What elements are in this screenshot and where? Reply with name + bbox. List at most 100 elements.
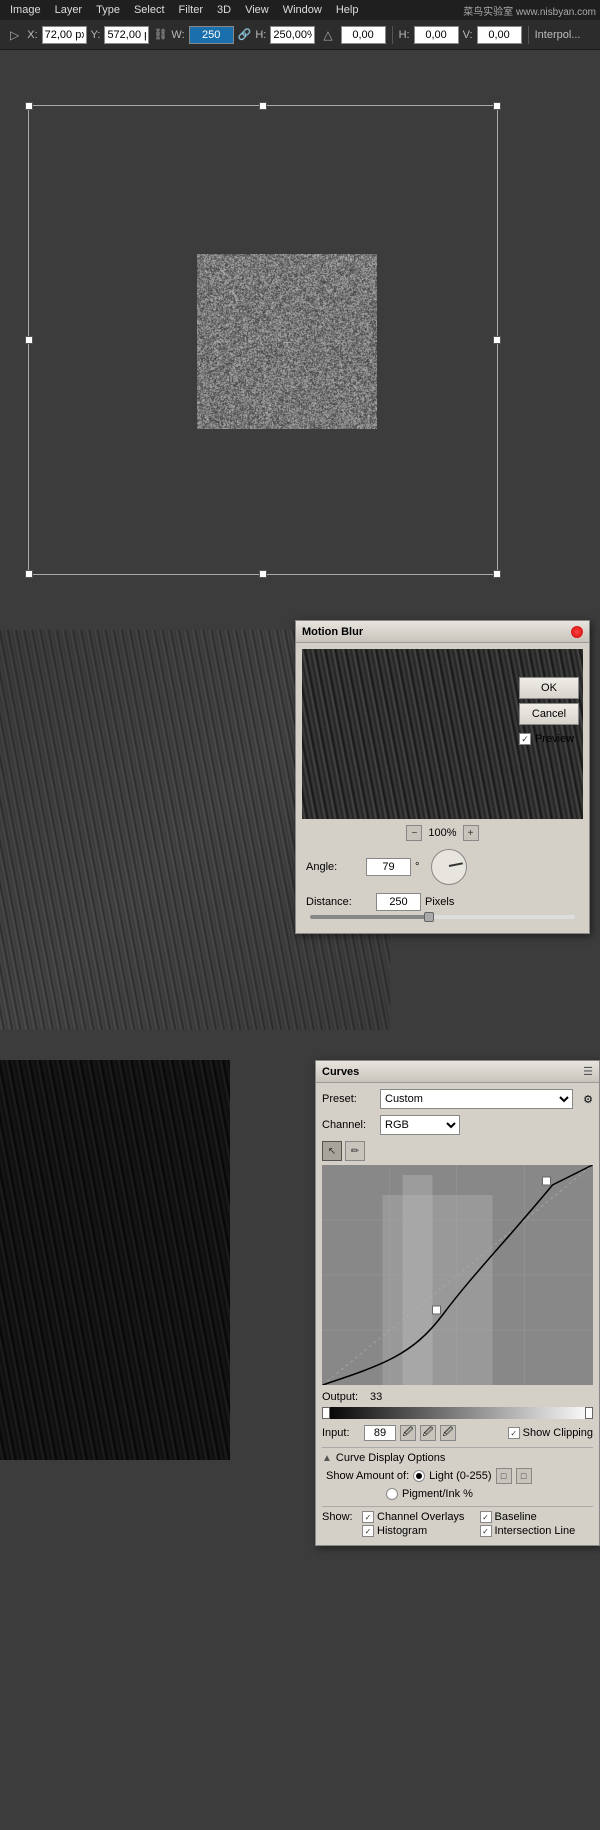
y-label: Y:	[91, 29, 101, 41]
transform-icon: ▷	[6, 26, 23, 44]
output-slider-right[interactable]	[585, 1407, 593, 1419]
small-btn-2[interactable]: □	[516, 1468, 532, 1484]
menu-image[interactable]: Image	[4, 2, 47, 18]
w-label: W:	[171, 29, 184, 41]
show-row-2: ✓ Histogram ✓ Intersection Line	[322, 1525, 593, 1537]
intersection-checkbox[interactable]: ✓	[480, 1525, 492, 1537]
h-label: H:	[255, 29, 266, 41]
v-skew-input[interactable]	[477, 26, 522, 44]
app-info: 菜鸟实验室 www.nisbyan.com	[463, 3, 596, 18]
w-input[interactable]	[189, 26, 234, 44]
light-radio[interactable]	[413, 1470, 425, 1482]
preview-checkbox-row: ✓ Preview	[519, 733, 579, 745]
channel-overlays-label: Channel Overlays	[377, 1511, 464, 1523]
rotation-input[interactable]	[341, 26, 386, 44]
curves-graph[interactable]	[322, 1165, 593, 1385]
separator-1	[392, 26, 393, 44]
channel-overlays-checkbox[interactable]: ✓	[362, 1511, 374, 1523]
menu-bar: Image Layer Type Select Filter 3D View W…	[0, 0, 600, 20]
menu-filter[interactable]: Filter	[173, 2, 209, 18]
show-clipping-checkbox[interactable]: ✓	[508, 1427, 520, 1439]
distance-input[interactable]	[376, 893, 421, 911]
channel-select[interactable]: RGB	[380, 1115, 460, 1135]
curves-body: Preset: Custom ⚙ Channel: RGB ↖ ✏	[316, 1083, 599, 1545]
dialog-close-button[interactable]	[571, 626, 583, 638]
pixels-label: Pixels	[425, 896, 454, 908]
menu-help[interactable]: Help	[330, 2, 365, 18]
input-field[interactable]	[364, 1425, 396, 1441]
dialog-buttons: OK Cancel ✓ Preview	[519, 677, 579, 745]
curves-tools: ↖ ✏	[322, 1141, 593, 1161]
show-amount-label: Show Amount of:	[326, 1470, 409, 1482]
white-point-eyedropper[interactable]: 🖉	[440, 1425, 456, 1441]
h-input[interactable]	[270, 26, 315, 44]
toggle-arrow-icon: ▲	[322, 1453, 332, 1464]
output-slider-left[interactable]	[322, 1407, 330, 1419]
input-label: Input:	[322, 1427, 360, 1439]
menu-layer[interactable]: Layer	[49, 2, 89, 18]
baseline-label: Baseline	[495, 1511, 537, 1523]
baseline-item: ✓ Baseline	[480, 1511, 594, 1523]
preset-row: Preset: Custom ⚙	[322, 1089, 593, 1109]
handle-tr[interactable]	[493, 102, 501, 110]
preview-checkbox[interactable]: ✓	[519, 733, 531, 745]
baseline-checkbox[interactable]: ✓	[480, 1511, 492, 1523]
motion-blur-section: Motion Blur − 100% + Angle: °	[0, 610, 600, 1060]
handle-bm[interactable]	[259, 570, 267, 578]
zoom-out-button[interactable]: −	[406, 825, 422, 841]
output-slider[interactable]	[322, 1407, 593, 1419]
curve-display-section: ▲ Curve Display Options Show Amount of: …	[322, 1447, 593, 1500]
handle-tl[interactable]	[25, 102, 33, 110]
zoom-in-button[interactable]: +	[463, 825, 479, 841]
toolbar: ▷ X: Y: ⛓ W: 🔗 H: △ H: V: Interpol...	[0, 20, 600, 50]
cancel-button[interactable]: Cancel	[519, 703, 579, 725]
angle-input[interactable]	[366, 858, 411, 876]
x-input[interactable]	[42, 26, 87, 44]
handle-bl[interactable]	[25, 570, 33, 578]
handle-mr[interactable]	[493, 336, 501, 344]
menu-view[interactable]: View	[239, 2, 275, 18]
h-skew-input[interactable]	[414, 26, 459, 44]
small-btn-1[interactable]: □	[496, 1468, 512, 1484]
transform-box[interactable]: +	[28, 105, 498, 575]
y-input[interactable]	[104, 26, 149, 44]
angle-row: Angle: °	[302, 849, 583, 885]
slider-thumb[interactable]	[424, 912, 434, 922]
preview-label: Preview	[535, 733, 574, 745]
pigment-radio[interactable]	[386, 1488, 398, 1500]
histogram-checkbox[interactable]: ✓	[362, 1525, 374, 1537]
menu-window[interactable]: Window	[277, 2, 328, 18]
handle-ml[interactable]	[25, 336, 33, 344]
separator-2	[528, 26, 529, 44]
show-clipping-label: Show Clipping	[523, 1427, 593, 1439]
angle-dial[interactable]	[431, 849, 467, 885]
black-point-eyedropper[interactable]: 🖉	[400, 1425, 416, 1441]
distance-slider[interactable]	[310, 915, 575, 919]
triangle-icon: △	[319, 26, 336, 44]
preset-label: Preset:	[322, 1093, 374, 1105]
angle-label: Angle:	[306, 861, 366, 873]
menu-select[interactable]: Select	[128, 2, 171, 18]
intersection-item: ✓ Intersection Line	[480, 1525, 594, 1537]
distance-slider-container	[302, 915, 583, 919]
distance-row: Distance: Pixels	[302, 893, 583, 911]
handle-tm[interactable]	[259, 102, 267, 110]
curves-pencil-tool[interactable]: ✏	[345, 1141, 365, 1161]
ok-button[interactable]: OK	[519, 677, 579, 699]
degree-symbol: °	[415, 861, 419, 873]
curves-pointer-tool[interactable]: ↖	[322, 1141, 342, 1161]
preview-controls: − 100% +	[302, 825, 583, 841]
preset-options-icon[interactable]: ⚙	[583, 1093, 593, 1106]
menu-3d[interactable]: 3D	[211, 2, 237, 18]
display-toggle[interactable]: ▲ Curve Display Options	[322, 1452, 593, 1464]
curves-show-section: Show: ✓ Channel Overlays ✓ Baseline ✓ Hi…	[322, 1506, 593, 1537]
gray-point-eyedropper[interactable]: 🖉	[420, 1425, 436, 1441]
channel-overlays-item: ✓ Channel Overlays	[362, 1511, 476, 1523]
curves-menu-icon[interactable]: ☰	[583, 1065, 593, 1078]
canvas-area: +	[0, 50, 600, 610]
menu-type[interactable]: Type	[90, 2, 126, 18]
handle-br[interactable]	[493, 570, 501, 578]
show-clipping-check: ✓ Show Clipping	[508, 1427, 593, 1439]
preset-select[interactable]: Custom	[380, 1089, 573, 1109]
intersection-label: Intersection Line	[495, 1525, 576, 1537]
